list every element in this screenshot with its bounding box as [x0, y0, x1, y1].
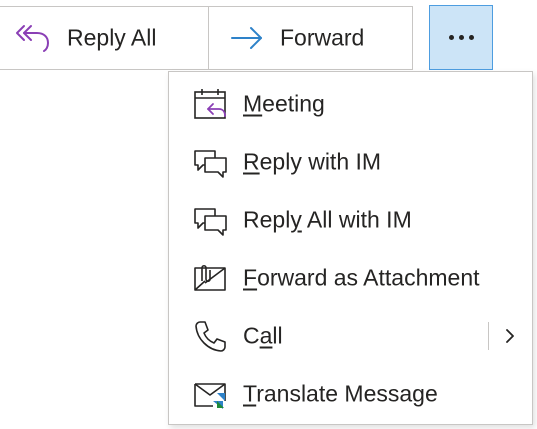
reply-all-button[interactable]: Reply All [0, 6, 209, 70]
menu-item-call[interactable]: Call [169, 310, 532, 362]
meeting-calendar-icon [194, 89, 226, 119]
menu-item-meeting[interactable]: Meeting [169, 78, 532, 130]
forward-label: Forward [280, 24, 365, 51]
menu-item-label: Forward as Attachment [243, 264, 480, 291]
more-actions-button[interactable] [429, 5, 493, 70]
menu-item-reply-all-with-im[interactable]: Reply All with IM [169, 194, 532, 246]
phone-icon [195, 321, 226, 352]
menu-item-label: Translate Message [243, 380, 438, 407]
more-dots-icon [448, 35, 474, 40]
menu-item-label: Call [243, 322, 283, 349]
menu-item-label: Reply with IM [243, 148, 382, 175]
reply-all-icon [16, 25, 49, 52]
reading-pane-toolbar: Reply All Forward [0, 0, 537, 72]
chat-bubbles-icon [194, 208, 227, 236]
chat-bubbles-icon [194, 150, 227, 178]
menu-item-translate-message[interactable]: Translate Message [169, 368, 532, 420]
menu-item-reply-with-im[interactable]: Reply with IM [169, 136, 532, 188]
submenu-divider [488, 322, 489, 350]
menu-item-label: Reply All with IM [243, 206, 412, 233]
reply-all-label: Reply All [67, 24, 157, 51]
menu-item-label: Meeting [243, 90, 325, 117]
forward-arrow-icon [231, 27, 262, 49]
envelope-paperclip-icon [194, 264, 226, 291]
translate-envelope-icon [194, 383, 226, 409]
chevron-right-icon[interactable] [503, 327, 517, 345]
menu-item-forward-as-attachment[interactable]: Forward as Attachment [169, 252, 532, 304]
more-actions-menu: Meeting Reply with IM Reply All with IM [168, 71, 533, 425]
forward-button[interactable]: Forward [208, 6, 413, 70]
